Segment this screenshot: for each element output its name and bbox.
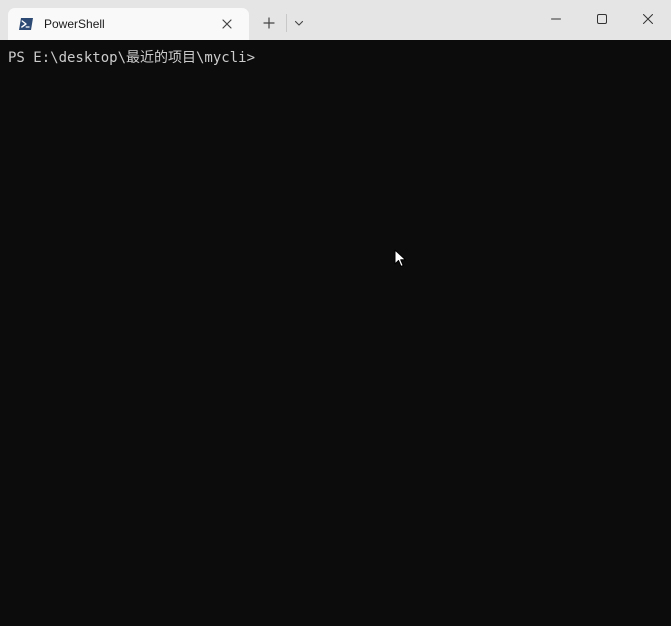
- shell-prompt: PS E:\desktop\最近的项目\mycli>: [8, 50, 256, 66]
- tab-dropdown-button[interactable]: [289, 12, 309, 34]
- minimize-button[interactable]: [533, 0, 579, 40]
- close-tab-icon[interactable]: [219, 16, 235, 32]
- chevron-down-icon: [294, 20, 304, 26]
- title-bar[interactable]: PowerShell: [0, 0, 671, 40]
- terminal-window: PowerShell PS E:\desktop\最近的项目\mycli>: [0, 0, 671, 626]
- terminal-area[interactable]: PS E:\desktop\最近的项目\mycli>: [0, 40, 671, 626]
- maximize-button[interactable]: [579, 0, 625, 40]
- close-window-button[interactable]: [625, 0, 671, 40]
- powershell-icon: [18, 16, 34, 32]
- new-tab-button[interactable]: [258, 12, 280, 34]
- plus-icon: [263, 17, 275, 29]
- tab-powershell[interactable]: PowerShell: [8, 8, 249, 40]
- tab-title: PowerShell: [44, 17, 105, 31]
- maximize-icon: [597, 14, 607, 24]
- mouse-cursor-icon: [394, 249, 408, 269]
- minimize-icon: [551, 18, 561, 20]
- close-icon: [643, 14, 653, 24]
- tab-separator: [286, 14, 287, 32]
